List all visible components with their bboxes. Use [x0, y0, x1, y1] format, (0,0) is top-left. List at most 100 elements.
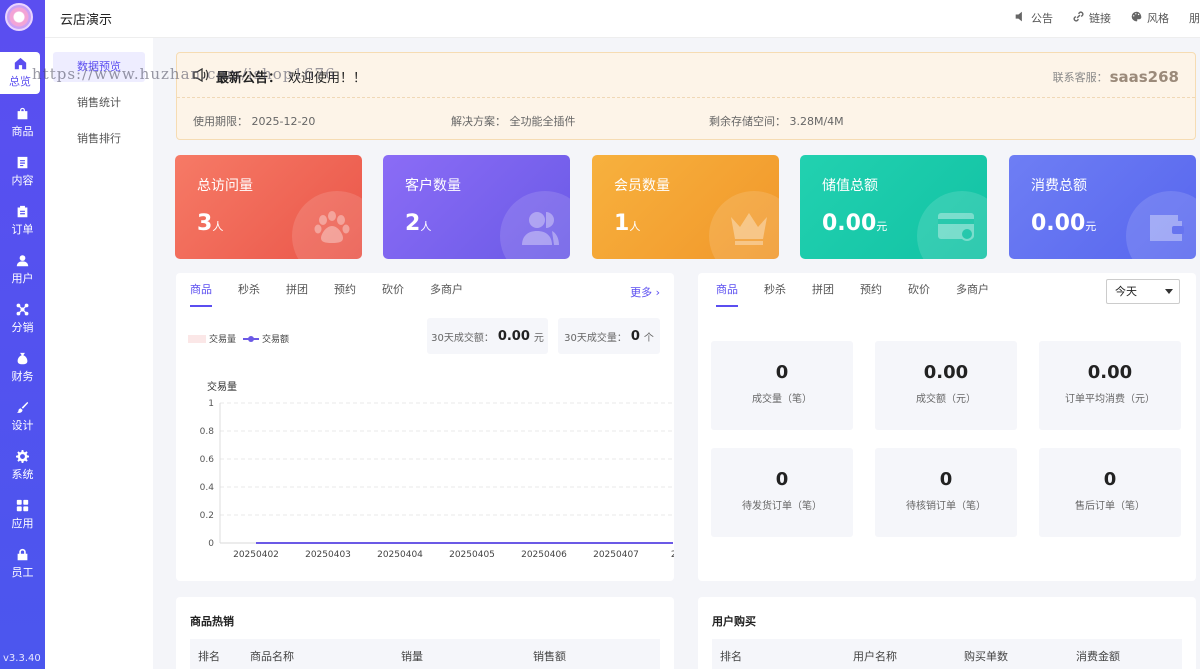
more-link[interactable]: 更多 › [630, 284, 660, 300]
kpi-30day-count: 30天成交量： 0 个 [558, 318, 660, 354]
nav-item-orders[interactable]: 订单 [0, 200, 45, 242]
order-panel: 商品 秒杀 拼团 预约 砍价 多商户 今天 0 成交量（笔） 0.00 成交额（元）… [698, 273, 1196, 581]
notice-link[interactable]: 公告 [1015, 10, 1053, 26]
tab-reserve[interactable]: 预约 [847, 283, 895, 307]
nav-item-users[interactable]: 用户 [0, 249, 45, 291]
crown-icon [729, 207, 769, 247]
user-menu[interactable]: 朋 [1189, 10, 1200, 26]
nav-item-finance[interactable]: 财务 [0, 347, 45, 389]
tab-bargain[interactable]: 砍价 [369, 283, 417, 307]
bag-icon [16, 107, 29, 120]
nav-item-label: 系统 [11, 468, 34, 481]
panel-title: 商品热销 [190, 615, 234, 628]
tab-group[interactable]: 拼团 [799, 283, 847, 307]
kpi-30day-amount: 30天成交额： 0.00 元 [427, 318, 548, 354]
subnav-item-sales-rank[interactable]: 销售排行 [53, 124, 145, 154]
y-tick-label: 0.4 [200, 483, 215, 493]
order-stat-box: 0.00 成交额（元） [875, 341, 1017, 430]
stat-card-members[interactable]: 会员数量 1人 [592, 155, 779, 259]
clipboard-icon [16, 205, 29, 218]
paw-icon [312, 207, 352, 247]
stat-card-stored-value[interactable]: 储值总额 0.00元 [800, 155, 987, 259]
nav-item-system[interactable]: 系统 [0, 445, 45, 487]
lock-icon [16, 548, 29, 561]
left-nav: 总览 商品 内容 订单 用户 分销 财务 设计 系统 应用 员工 v3.3.40 [0, 0, 45, 669]
chart-legend: 交易量 交易额 [188, 332, 289, 345]
style-link[interactable]: 风格 [1131, 10, 1169, 26]
watermark: https://www.huzhan.com/ishop1676 [32, 65, 336, 83]
x-tick-label: 20250403 [305, 550, 351, 560]
date-range-select[interactable]: 今天 [1106, 279, 1180, 304]
subnav-item-sales-stats[interactable]: 销售统计 [53, 88, 145, 118]
x-tick-label: 20250404 [377, 550, 423, 560]
gear-icon [16, 450, 29, 463]
divider [177, 97, 1195, 98]
tab-reserve[interactable]: 预约 [321, 283, 369, 307]
y-tick-label: 1 [208, 399, 214, 409]
x-tick-label: 20250407 [593, 550, 639, 560]
nav-item-staff[interactable]: 员工 [0, 543, 45, 585]
x-tick-label: 202504 [671, 550, 674, 560]
link-link[interactable]: 链接 [1073, 10, 1111, 26]
legend-bar-swatch[interactable] [188, 334, 206, 343]
tab-group[interactable]: 拼团 [273, 283, 321, 307]
home-icon [14, 57, 27, 70]
column-header: 排名 [720, 649, 742, 663]
panel-title: 用户购买 [712, 615, 756, 628]
order-tabs: 商品 秒杀 拼团 预约 砍价 多商户 [716, 283, 1002, 307]
wallet-icon [1146, 207, 1186, 247]
order-stat-box: 0 待核销订单（笔） [875, 448, 1017, 537]
column-header: 销售额 [533, 649, 566, 663]
document-icon [16, 156, 29, 169]
customer-service: 联系客服： saas268 [1052, 68, 1179, 86]
user-icon [16, 254, 29, 267]
nav-item-distribution[interactable]: 分销 [0, 298, 45, 340]
tab-seckill[interactable]: 秒杀 [225, 283, 273, 307]
tab-multi-merchant[interactable]: 多商户 [943, 283, 1002, 307]
x-tick-label: 20250402 [233, 550, 279, 560]
trend-chart: 交易量 1 0.8 0.6 0.4 0.2 0 20250402 20250403 2025040… [200, 380, 674, 560]
nav-item-label: 分销 [11, 321, 34, 334]
y-tick-label: 0.8 [200, 427, 215, 437]
storage-info: 剩余存储空间： 3.28M/4M [709, 115, 844, 128]
user-purchase-panel: 用户购买 排名 用户名称 购买单数 消费金额 [698, 597, 1196, 669]
tab-bargain[interactable]: 砍价 [895, 283, 943, 307]
chevron-down-icon [1165, 289, 1173, 294]
stat-card-customers[interactable]: 客户数量 2人 [383, 155, 570, 259]
tab-multi-merchant[interactable]: 多商户 [417, 283, 476, 307]
tab-goods[interactable]: 商品 [716, 283, 751, 307]
column-header: 购买单数 [964, 649, 1008, 663]
column-header: 消费金额 [1076, 649, 1120, 663]
nav-item-design[interactable]: 设计 [0, 396, 45, 438]
nav-item-content[interactable]: 内容 [0, 151, 45, 193]
y-tick-label: 0.2 [200, 511, 214, 521]
link-icon [1073, 11, 1084, 25]
stat-card-consumption[interactable]: 消费总额 0.00元 [1009, 155, 1196, 259]
column-header: 商品名称 [250, 649, 294, 663]
nav-item-goods[interactable]: 商品 [0, 102, 45, 144]
trend-tabs: 商品 秒杀 拼团 预约 砍价 多商户 [190, 283, 476, 307]
trend-panel: 商品 秒杀 拼团 预约 砍价 多商户 更多 › 交易量 交易额 30天成交额： 0… [176, 273, 674, 581]
nav-item-label: 员工 [11, 566, 34, 579]
nav-item-label: 订单 [11, 223, 34, 236]
x-tick-label: 20250406 [521, 550, 567, 560]
nav-item-label: 用户 [11, 272, 34, 285]
table-header: 排名 商品名称 销量 销售额 [190, 639, 660, 669]
column-header: 用户名称 [853, 649, 897, 663]
stat-card-visits[interactable]: 总访问量 3人 [175, 155, 362, 259]
share-icon [16, 303, 29, 316]
top-bar: 云店演示 公告 链接 风格 朋 [45, 0, 1200, 38]
column-header: 销量 [401, 649, 423, 663]
users-icon [520, 207, 560, 247]
version-label: v3.3.40 [3, 653, 41, 664]
tab-goods[interactable]: 商品 [190, 283, 225, 307]
nav-item-label: 应用 [11, 517, 34, 530]
order-stat-box: 0 售后订单（笔） [1039, 448, 1181, 537]
nav-item-apps[interactable]: 应用 [0, 494, 45, 536]
table-header: 排名 用户名称 购买单数 消费金额 [712, 639, 1182, 669]
app-logo[interactable] [5, 3, 33, 31]
tab-seckill[interactable]: 秒杀 [751, 283, 799, 307]
sub-nav: 数据预览 销售统计 销售排行 [45, 38, 153, 669]
order-stat-box: 0 待发货订单（笔） [711, 448, 853, 537]
legend-line-swatch[interactable] [243, 335, 260, 343]
